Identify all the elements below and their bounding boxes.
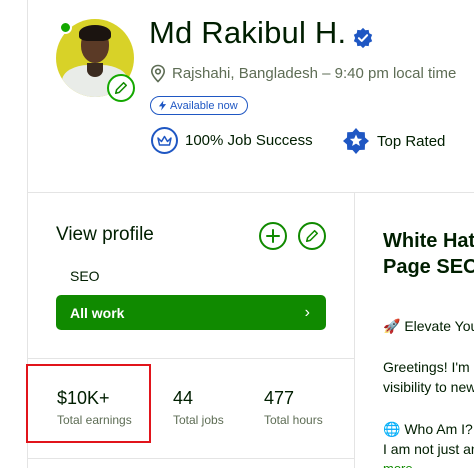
specialized-profile-tab-seo[interactable]: SEO — [70, 268, 100, 284]
pencil-icon — [114, 81, 128, 95]
job-success-text: 100% Job Success — [185, 132, 313, 149]
profile-title-line: Page SEO — [383, 256, 474, 278]
profile-title: White Hat Page SEO — [383, 228, 474, 280]
profile-title-line: White Hat — [383, 230, 474, 252]
stat-total-jobs: 44 Total jobs — [173, 388, 224, 427]
add-profile-button[interactable] — [259, 222, 287, 250]
overview-line: 🌐 Who Am I? — [383, 421, 473, 437]
location-text: Rajshahi, Bangladesh – 9:40 pm local tim… — [172, 65, 457, 82]
plus-icon — [266, 229, 280, 243]
overview-line: I am not just an — [383, 441, 474, 457]
all-work-label: All work — [70, 304, 125, 321]
overview-line: Greetings! I'm — [383, 359, 470, 375]
availability-badge[interactable]: Available now — [150, 96, 248, 115]
chevron-right-icon: › — [304, 303, 310, 321]
all-work-button[interactable]: All work › — [56, 295, 326, 330]
overview-paragraph: 🚀 Elevate Your — [383, 318, 474, 334]
crown-icon — [151, 127, 178, 154]
stats-bottom-divider — [27, 458, 354, 459]
job-success-badge: 100% Job Success — [151, 127, 313, 154]
top-rated-badge: Top Rated — [342, 127, 445, 155]
pencil-icon — [305, 229, 319, 243]
edit-profile-button[interactable] — [298, 222, 326, 250]
stat-label: Total hours — [264, 413, 323, 427]
view-profile-heading: View profile — [56, 224, 154, 245]
stat-value: 477 — [264, 388, 295, 408]
column-divider — [354, 193, 355, 468]
top-rated-text: Top Rated — [377, 132, 446, 150]
availability-text: Available now — [170, 99, 238, 112]
overview-paragraph: 🌐 Who Am I? I am not just an — [383, 419, 474, 459]
overview-line: visibility to new — [383, 379, 474, 395]
avatar-hair — [79, 25, 111, 41]
verified-check-icon — [353, 27, 373, 49]
avatar-neck — [87, 63, 103, 77]
online-status-dot — [59, 21, 72, 34]
earnings-highlight-box — [26, 364, 151, 443]
stat-total-hours: 477 Total hours — [264, 388, 323, 427]
profile-name: Md Rakibul H. — [149, 15, 347, 50]
edit-photo-button[interactable] — [107, 74, 135, 102]
overview-paragraph: Greetings! I'm visibility to new — [383, 357, 474, 397]
location-line: Rajshahi, Bangladesh – 9:40 pm local tim… — [150, 64, 456, 83]
stats-top-divider — [27, 358, 354, 359]
more-link[interactable]: more — [383, 461, 413, 468]
stat-value: 44 — [173, 388, 194, 408]
header-divider — [27, 192, 474, 193]
stat-label: Total jobs — [173, 413, 224, 427]
top-rated-star-icon — [343, 128, 369, 154]
lightning-icon — [158, 100, 167, 111]
map-pin-icon — [150, 64, 166, 83]
